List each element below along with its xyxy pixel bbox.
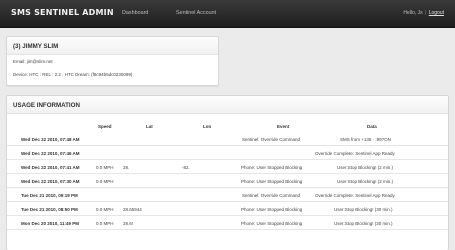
row-date: Wed Dec 22 2010, 07:46 AM	[21, 151, 80, 156]
row-date: Mon Dec 20 2010, 11:49 PM	[21, 221, 80, 226]
usage-card: USAGE INFORMATION Speed Lat Lon Event Da…	[6, 95, 449, 250]
user-area: Hello, Js | Logout	[403, 10, 444, 16]
row-date: Wed Dec 22 2010, 07:48 AM	[21, 137, 80, 142]
row-date: Tue Dec 21 2010, 08:50 PM	[21, 207, 78, 212]
row-data: User:Stop Blocking! (30 min.)	[334, 207, 393, 212]
separator: |	[425, 10, 427, 16]
nav-dashboard[interactable]: Dashboard	[122, 10, 148, 16]
row-data: SMS from +135 · :99?ON	[340, 137, 391, 142]
row-lat: 28.65944	[123, 207, 142, 212]
row-speed: 0.0 MPH	[96, 179, 114, 184]
profile-card: (3) JIMMY SLIM Email: jim@slim.net Devic…	[6, 36, 219, 86]
column-lat: Lat	[146, 124, 153, 129]
row-speed: 0.0 MPH	[96, 221, 114, 226]
column-lon: Lon	[203, 124, 212, 129]
brand-logo[interactable]: SMS SENTINEL ADMIN	[11, 8, 114, 17]
table-row: Wed Dec 22 2010, 07:46 AM Override Compl…	[7, 146, 448, 160]
row-date: Wed Dec 22 2010, 07:30 AM	[21, 179, 80, 184]
row-data: Override Complete: Sentinel App Ready	[315, 151, 395, 156]
row-event: Phone: User Stopped Blocking	[241, 179, 303, 184]
column-event: Event	[277, 124, 290, 129]
column-speed: Speed	[98, 124, 112, 129]
row-lon: -82.	[182, 165, 190, 170]
top-navbar: SMS SENTINEL ADMIN Dashboard Sentinel Ac…	[0, 0, 455, 28]
row-event: Sentinel: Override Command	[242, 137, 301, 142]
table-row: Tue Dec 21 2010, 08:50 PM 0.0 MPH 28.659…	[7, 202, 448, 216]
row-data: User:Stop Blocking! (2 min.)	[337, 179, 394, 184]
row-event: Phone: User Stopped Blocking	[241, 221, 303, 226]
profile-email: Email: jim@slim.net	[13, 59, 53, 64]
row-lat: 28.	[123, 165, 130, 170]
table-row: Mon Dec 20 2010, 11:49 PM 0.0 MPH 28.6! …	[7, 216, 448, 230]
table-row: Tue Dec 21 2010, 09:19 PM Sentinel: Over…	[7, 188, 448, 202]
row-speed: 0.0 MPH	[96, 165, 114, 170]
logout-link[interactable]: Logout	[429, 10, 444, 16]
row-speed: 0.0 MPH	[96, 207, 114, 212]
row-event: Sentinel: Override Command	[242, 193, 301, 198]
username-label: Js	[417, 10, 423, 16]
table-row: Wed Dec 22 2010, 07:30 AM 0.0 MPH Phone:…	[7, 174, 448, 188]
column-data: Data	[367, 124, 377, 129]
row-lat: 28.6!	[123, 221, 134, 226]
usage-title: USAGE INFORMATION	[7, 96, 448, 114]
nav-sentinel-account[interactable]: Sentinel Account	[176, 10, 216, 16]
profile-title: (3) JIMMY SLIM	[7, 37, 218, 55]
row-date: Tue Dec 21 2010, 09:19 PM	[21, 193, 78, 198]
row-event: Phone: User Stopped Blocking	[241, 165, 303, 170]
row-data: User:Stop Blocking! (2 min.)	[337, 165, 394, 170]
table-row: Wed Dec 22 2010, 07:48 AM Sentinel: Over…	[7, 132, 448, 146]
profile-device: Device: HTC : REL : 2.2 , HTC Dream: (f8…	[13, 72, 133, 77]
row-event: Phone: User Stopped Blocking	[241, 207, 303, 212]
hello-label: Hello,	[403, 10, 417, 16]
row-data: User:Stop Blocking! (30 min.)	[334, 221, 393, 226]
row-data: Override Complete: Sentinel App Ready	[315, 193, 395, 198]
table-row: Wed Dec 22 2010, 07:41 AM 0.0 MPH 28. -8…	[7, 160, 448, 174]
row-date: Wed Dec 22 2010, 07:41 AM	[21, 165, 80, 170]
